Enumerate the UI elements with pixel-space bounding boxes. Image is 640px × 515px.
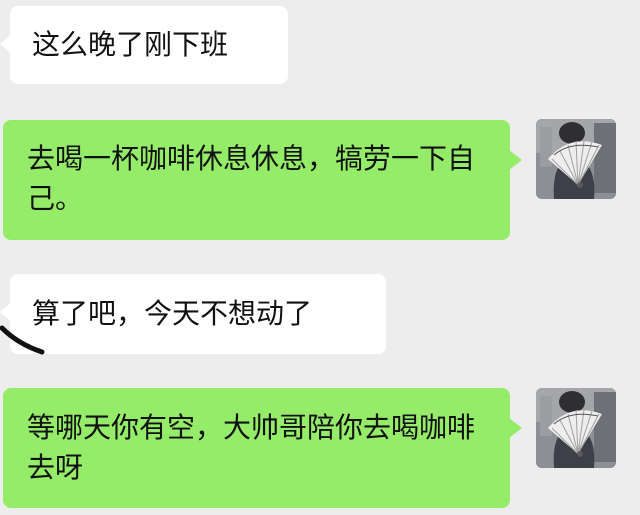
incoming-message-bubble[interactable]: 这么晚了刚下班 <box>0 6 288 84</box>
message-text: 去喝一杯咖啡休息休息，犒劳一下自己。 <box>27 142 476 215</box>
user-avatar-fan-icon <box>536 388 616 468</box>
user-avatar-icon[interactable] <box>536 119 616 199</box>
user-avatar-fan-icon <box>536 119 616 199</box>
user-avatar-icon[interactable] <box>536 388 616 468</box>
message-text: 这么晚了刚下班 <box>32 28 229 61</box>
message-text: 算了吧，今天不想动了 <box>32 297 313 330</box>
incoming-message-bubble[interactable]: 算了吧，今天不想动了 <box>0 274 386 354</box>
outgoing-message-bubble[interactable]: 等哪天你有空，大帅哥陪你去喝咖啡去呀 <box>3 388 522 508</box>
chat-message-list[interactable]: 这么晚了刚下班 去喝一杯咖啡休息休息，犒劳一下自己。 算了吧，今天不想动了 等哪… <box>0 0 640 515</box>
outgoing-message-bubble[interactable]: 去喝一杯咖啡休息休息，犒劳一下自己。 <box>3 120 522 240</box>
message-text: 等哪天你有空，大帅哥陪你去喝咖啡去呀 <box>27 411 476 484</box>
pen-stroke-mark <box>0 325 45 355</box>
